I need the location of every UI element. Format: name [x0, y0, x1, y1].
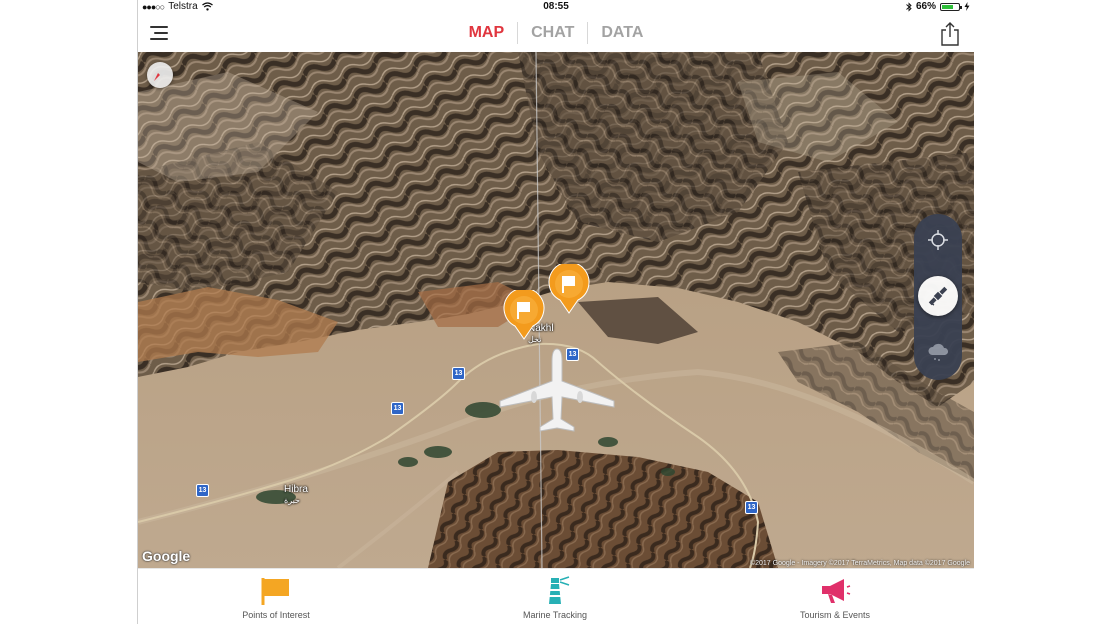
tourism-events-label: Tourism & Events — [799, 610, 871, 620]
place-label-hibra: Hibra حبرة — [284, 484, 308, 505]
bottom-navigation-bar: Points of Interest Marine Tracking Touri… — [138, 568, 974, 625]
aircraft-icon[interactable] — [498, 347, 616, 435]
flag-icon — [261, 578, 289, 605]
megaphone-icon — [822, 579, 851, 603]
map-attribution: ©2017 Google - Imagery ©2017 TerraMetric… — [749, 560, 970, 567]
battery-percentage: 66% — [915, 1, 936, 12]
status-bar: ●●●○○ Telstra 08:55 66% — [138, 0, 974, 14]
app-window: ●●●○○ Telstra 08:55 66% MAP CHAT DATA Na… — [137, 0, 974, 625]
satellite-map[interactable]: Nakhl نخل Hibra حبرة 13 13 13 13 13 Goog… — [138, 52, 974, 568]
bluetooth-icon — [906, 1, 912, 12]
google-logo: Google — [142, 548, 191, 564]
points-of-interest-label: Points of Interest — [242, 610, 310, 620]
clock: 08:55 — [543, 1, 569, 12]
route-13-badge: 13 — [391, 402, 404, 415]
points-of-interest-button[interactable]: Points of Interest — [166, 569, 386, 625]
charging-icon — [964, 2, 970, 11]
poi-marker[interactable] — [548, 261, 590, 314]
route-13-badge: 13 — [196, 484, 209, 497]
tab-map[interactable]: MAP — [456, 24, 518, 42]
route-13-badge: 13 — [452, 367, 465, 380]
crosshair-icon[interactable] — [918, 220, 958, 260]
poi-marker[interactable] — [503, 287, 545, 340]
tab-data[interactable]: DATA — [588, 24, 656, 42]
battery-icon — [940, 2, 962, 11]
map-controls-panel — [914, 214, 962, 380]
compass-icon[interactable] — [147, 62, 173, 88]
satellite-icon[interactable] — [918, 276, 958, 316]
share-icon[interactable] — [939, 21, 961, 47]
lighthouse-icon — [549, 576, 570, 604]
top-navigation-bar: MAP CHAT DATA — [138, 14, 974, 53]
tab-chat[interactable]: CHAT — [518, 24, 587, 42]
cloud-icon[interactable] — [918, 332, 958, 372]
tourism-events-button[interactable]: Tourism & Events — [725, 569, 945, 625]
marine-tracking-button[interactable]: Marine Tracking — [445, 569, 665, 625]
view-tabs: MAP CHAT DATA — [138, 14, 974, 52]
marine-tracking-label: Marine Tracking — [522, 610, 588, 620]
route-13-badge: 13 — [745, 501, 758, 514]
